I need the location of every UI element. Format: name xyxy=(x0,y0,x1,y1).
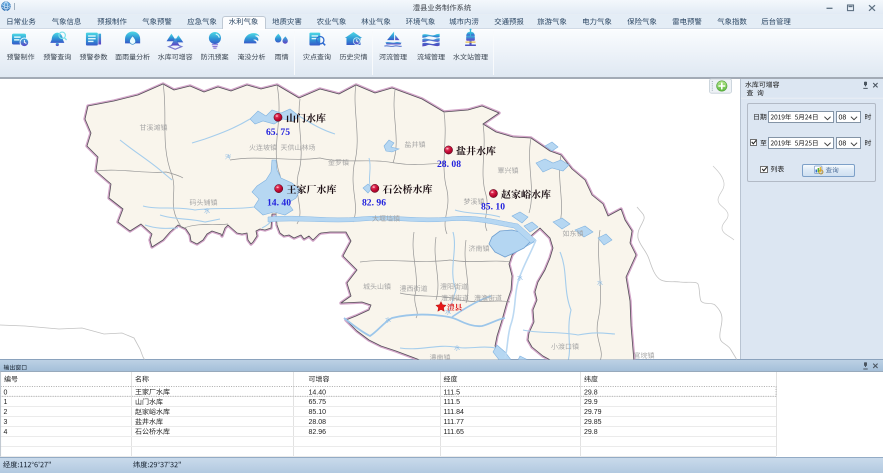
svg-text:65. 75: 65. 75 xyxy=(266,127,290,138)
svg-text:29.79: 29.79 xyxy=(584,409,602,416)
svg-text:29.8: 29.8 xyxy=(584,389,598,396)
svg-text:111.84: 111.84 xyxy=(444,409,464,416)
svg-text:29.8: 29.8 xyxy=(584,429,598,436)
svg-text:28.08: 28.08 xyxy=(309,419,327,426)
svg-text:3: 3 xyxy=(4,419,8,426)
svg-text:65.75: 65.75 xyxy=(309,399,327,406)
svg-text:29.85: 29.85 xyxy=(584,419,602,426)
svg-text:2: 2 xyxy=(4,409,8,416)
svg-text:29.9: 29.9 xyxy=(584,399,598,406)
svg-text:1: 1 xyxy=(4,399,8,406)
svg-text:08: 08 xyxy=(839,140,847,147)
svg-text:28. 08: 28. 08 xyxy=(437,159,461,170)
svg-text:82.96: 82.96 xyxy=(309,429,327,436)
svg-text:111.65: 111.65 xyxy=(444,429,464,436)
svg-text:14. 40: 14. 40 xyxy=(267,198,291,209)
svg-text:111.5: 111.5 xyxy=(444,399,461,406)
svg-text:85.10: 85.10 xyxy=(309,409,327,416)
svg-text:4: 4 xyxy=(4,429,8,436)
svg-text:111.77: 111.77 xyxy=(444,419,464,426)
svg-text:0: 0 xyxy=(4,389,8,396)
svg-text:111.5: 111.5 xyxy=(444,389,461,396)
svg-text:85. 10: 85. 10 xyxy=(481,202,505,213)
svg-text:82. 96: 82. 96 xyxy=(362,198,386,209)
svg-text:14.40: 14.40 xyxy=(309,389,327,396)
svg-text:08: 08 xyxy=(839,114,847,121)
